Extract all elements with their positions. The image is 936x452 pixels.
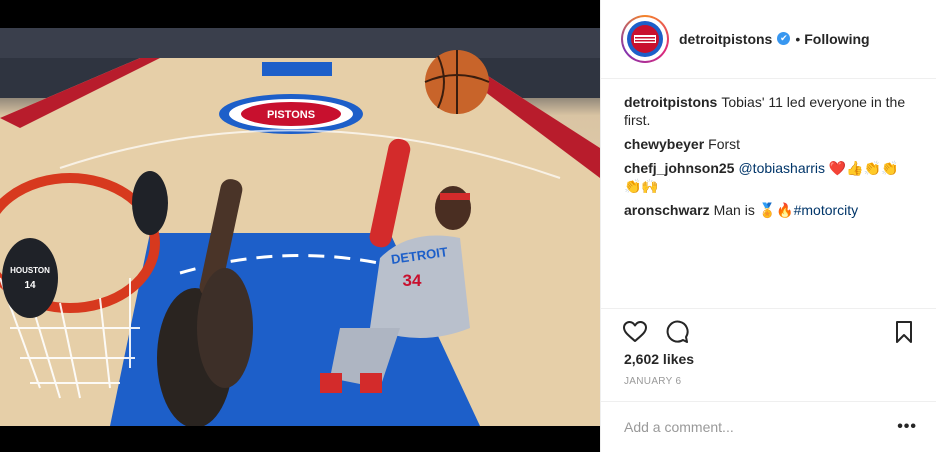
- basketball-photo: PISTONS HOUSTON 14 DETROIT 34: [0, 28, 600, 426]
- likes-count[interactable]: 2,602 likes: [624, 351, 694, 367]
- more-options-icon[interactable]: •••: [897, 418, 917, 436]
- pistons-logo-icon: [627, 21, 663, 57]
- post-details-panel: detroitpistons ✔ • Following detroitpist…: [600, 0, 936, 452]
- post-photo[interactable]: PISTONS HOUSTON 14 DETROIT 34: [0, 28, 600, 426]
- comment-text: Forst: [708, 136, 741, 152]
- jersey-number: 34: [403, 271, 422, 290]
- post-header: detroitpistons ✔ • Following: [601, 0, 936, 79]
- comment-username[interactable]: chefj_johnson25: [624, 160, 734, 176]
- add-comment-bar: •••: [601, 401, 936, 452]
- comment-button[interactable]: [664, 319, 690, 345]
- like-button[interactable]: [622, 319, 648, 345]
- comment-text: Man is 🏅🔥: [713, 202, 794, 218]
- post-author-link[interactable]: detroitpistons: [679, 31, 772, 47]
- comment-item: chefj_johnson25 @tobiasharris ❤️👍👏👏👏🙌: [624, 159, 916, 195]
- bookmark-icon: [896, 320, 912, 343]
- heart-icon: [623, 320, 647, 342]
- opponent-player: [2, 238, 58, 318]
- svg-text:HOUSTON: HOUSTON: [10, 266, 50, 275]
- comment-username[interactable]: detroitpistons: [624, 94, 717, 110]
- comment-username[interactable]: chewybeyer: [624, 136, 704, 152]
- comment-icon: [666, 320, 689, 343]
- comment-input[interactable]: [624, 419, 898, 435]
- action-bar: [601, 308, 936, 354]
- comment-mention-link[interactable]: @tobiasharris: [738, 160, 825, 176]
- post-viewer: PISTONS HOUSTON 14 DETROIT 34 detroitpis…: [0, 0, 936, 452]
- court-logo-text: PISTONS: [267, 109, 315, 121]
- separator-dot: •: [795, 31, 801, 47]
- verified-badge-icon: ✔: [777, 31, 791, 45]
- comment-hashtag-link[interactable]: #motorcity: [794, 202, 859, 218]
- comment-item: chewybeyer Forst: [624, 135, 916, 153]
- svg-text:14: 14: [24, 280, 36, 291]
- comment-item: aronschwarz Man is 🏅🔥#motorcity: [624, 201, 916, 219]
- post-date[interactable]: JANUARY 6: [624, 376, 681, 387]
- avatar[interactable]: [621, 15, 669, 63]
- comment-list: detroitpistons Tobias' 11 led everyone in…: [601, 79, 936, 219]
- following-button[interactable]: Following: [804, 31, 869, 47]
- comment-username[interactable]: aronschwarz: [624, 202, 710, 218]
- save-button[interactable]: [891, 319, 917, 345]
- caption: detroitpistons Tobias' 11 led everyone in…: [624, 93, 916, 129]
